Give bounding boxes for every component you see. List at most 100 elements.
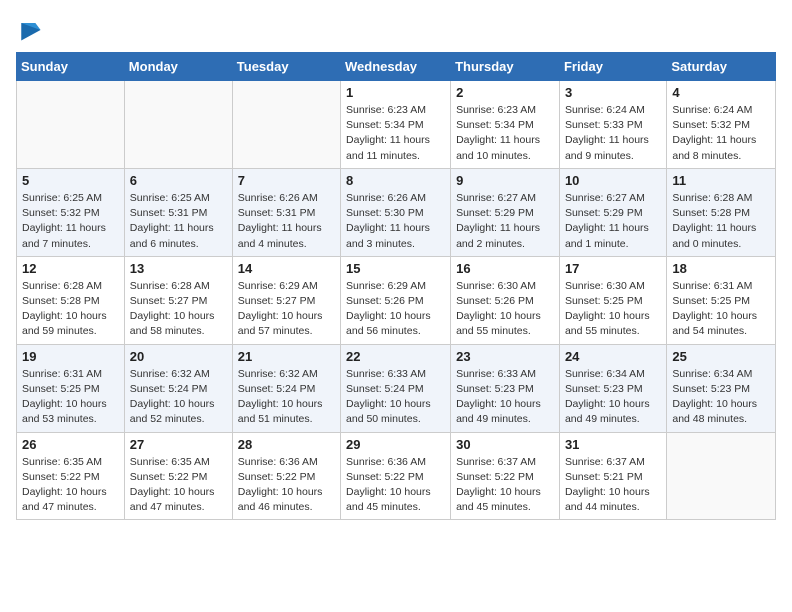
day-number: 1 (346, 85, 445, 100)
calendar-day-cell: 3Sunrise: 6:24 AMSunset: 5:33 PMDaylight… (559, 81, 666, 169)
day-number: 5 (22, 173, 119, 188)
calendar-day-cell: 29 Sunrise: 6:36 AMSunset: 5:22 PMDayligh… (341, 432, 451, 520)
calendar-day-cell: 26 Sunrise: 6:35 AMSunset: 5:22 PMDayligh… (17, 432, 125, 520)
calendar-week-row: 26 Sunrise: 6:35 AMSunset: 5:22 PMDayligh… (17, 432, 776, 520)
calendar-day-cell: 19 Sunrise: 6:31 AMSunset: 5:25 PMDayligh… (17, 344, 125, 432)
calendar-day-cell: 13 Sunrise: 6:28 AMSunset: 5:27 PMDayligh… (124, 256, 232, 344)
day-info: Sunrise: 6:29 AMSunset: 5:26 PMDaylight:… (346, 279, 445, 340)
day-info: Sunrise: 6:24 AMSunset: 5:33 PMDaylight:… (565, 103, 661, 164)
day-info: Sunrise: 6:28 AMSunset: 5:28 PMDaylight:… (22, 279, 119, 340)
calendar-day-cell: 20 Sunrise: 6:32 AMSunset: 5:24 PMDayligh… (124, 344, 232, 432)
weekday-header-sunday: Sunday (17, 53, 125, 81)
day-number: 13 (130, 261, 227, 276)
weekday-header-friday: Friday (559, 53, 666, 81)
calendar-empty-cell (232, 81, 340, 169)
day-info: Sunrise: 6:27 AMSunset: 5:29 PMDaylight:… (565, 191, 661, 252)
day-info: Sunrise: 6:31 AMSunset: 5:25 PMDaylight:… (672, 279, 770, 340)
day-number: 29 (346, 437, 445, 452)
calendar-day-cell: 31Sunrise: 6:37 AMSunset: 5:21 PMDayligh… (559, 432, 666, 520)
day-info: Sunrise: 6:29 AMSunset: 5:27 PMDaylight:… (238, 279, 335, 340)
calendar-table: SundayMondayTuesdayWednesdayThursdayFrid… (16, 52, 776, 520)
day-info: Sunrise: 6:28 AMSunset: 5:28 PMDaylight:… (672, 191, 770, 252)
day-info: Sunrise: 6:32 AMSunset: 5:24 PMDaylight:… (130, 367, 227, 428)
day-info: Sunrise: 6:25 AMSunset: 5:31 PMDaylight:… (130, 191, 227, 252)
day-info: Sunrise: 6:33 AMSunset: 5:24 PMDaylight:… (346, 367, 445, 428)
calendar-day-cell: 2 Sunrise: 6:23 AMSunset: 5:34 PMDaylight… (451, 81, 560, 169)
day-number: 20 (130, 349, 227, 364)
calendar-week-row: 19 Sunrise: 6:31 AMSunset: 5:25 PMDayligh… (17, 344, 776, 432)
day-info: Sunrise: 6:33 AMSunset: 5:23 PMDaylight:… (456, 367, 554, 428)
day-number: 12 (22, 261, 119, 276)
day-number: 18 (672, 261, 770, 276)
calendar-day-cell: 6 Sunrise: 6:25 AMSunset: 5:31 PMDaylight… (124, 168, 232, 256)
calendar-day-cell: 28Sunrise: 6:36 AMSunset: 5:22 PMDayligh… (232, 432, 340, 520)
calendar-day-cell: 23 Sunrise: 6:33 AMSunset: 5:23 PMDayligh… (451, 344, 560, 432)
day-info: Sunrise: 6:31 AMSunset: 5:25 PMDaylight:… (22, 367, 119, 428)
day-number: 8 (346, 173, 445, 188)
day-number: 14 (238, 261, 335, 276)
day-info: Sunrise: 6:34 AMSunset: 5:23 PMDaylight:… (672, 367, 770, 428)
day-info: Sunrise: 6:23 AMSunset: 5:34 PMDaylight:… (456, 103, 554, 164)
day-info: Sunrise: 6:36 AMSunset: 5:22 PMDaylight:… (346, 455, 445, 516)
calendar-day-cell: 7 Sunrise: 6:26 AMSunset: 5:31 PMDaylight… (232, 168, 340, 256)
page-header (16, 16, 776, 44)
day-info: Sunrise: 6:32 AMSunset: 5:24 PMDaylight:… (238, 367, 335, 428)
weekday-header-monday: Monday (124, 53, 232, 81)
logo (16, 16, 48, 44)
day-number: 27 (130, 437, 227, 452)
day-number: 19 (22, 349, 119, 364)
day-info: Sunrise: 6:23 AMSunset: 5:34 PMDaylight:… (346, 103, 445, 164)
day-number: 22 (346, 349, 445, 364)
logo-icon (16, 16, 44, 44)
calendar-day-cell: 9Sunrise: 6:27 AMSunset: 5:29 PMDaylight… (451, 168, 560, 256)
day-number: 30 (456, 437, 554, 452)
weekday-header-thursday: Thursday (451, 53, 560, 81)
calendar-day-cell: 12 Sunrise: 6:28 AMSunset: 5:28 PMDayligh… (17, 256, 125, 344)
calendar-day-cell: 10 Sunrise: 6:27 AMSunset: 5:29 PMDayligh… (559, 168, 666, 256)
weekday-header-row: SundayMondayTuesdayWednesdayThursdayFrid… (17, 53, 776, 81)
calendar-day-cell: 24 Sunrise: 6:34 AMSunset: 5:23 PMDayligh… (559, 344, 666, 432)
calendar-day-cell: 17Sunrise: 6:30 AMSunset: 5:25 PMDayligh… (559, 256, 666, 344)
day-number: 26 (22, 437, 119, 452)
day-number: 21 (238, 349, 335, 364)
calendar-day-cell: 8 Sunrise: 6:26 AMSunset: 5:30 PMDaylight… (341, 168, 451, 256)
calendar-day-cell: 30 Sunrise: 6:37 AMSunset: 5:22 PMDayligh… (451, 432, 560, 520)
calendar-week-row: 12 Sunrise: 6:28 AMSunset: 5:28 PMDayligh… (17, 256, 776, 344)
day-number: 25 (672, 349, 770, 364)
calendar-day-cell: 25 Sunrise: 6:34 AMSunset: 5:23 PMDayligh… (667, 344, 776, 432)
calendar-empty-cell (124, 81, 232, 169)
weekday-header-wednesday: Wednesday (341, 53, 451, 81)
day-info: Sunrise: 6:35 AMSunset: 5:22 PMDaylight:… (130, 455, 227, 516)
day-number: 23 (456, 349, 554, 364)
day-info: Sunrise: 6:35 AMSunset: 5:22 PMDaylight:… (22, 455, 119, 516)
day-info: Sunrise: 6:27 AMSunset: 5:29 PMDaylight:… (456, 191, 554, 252)
calendar-week-row: 5Sunrise: 6:25 AMSunset: 5:32 PMDaylight… (17, 168, 776, 256)
day-number: 2 (456, 85, 554, 100)
day-number: 11 (672, 173, 770, 188)
day-info: Sunrise: 6:37 AMSunset: 5:22 PMDaylight:… (456, 455, 554, 516)
calendar-week-row: 1 Sunrise: 6:23 AMSunset: 5:34 PMDaylight… (17, 81, 776, 169)
calendar-day-cell: 14 Sunrise: 6:29 AMSunset: 5:27 PMDayligh… (232, 256, 340, 344)
calendar-day-cell: 11 Sunrise: 6:28 AMSunset: 5:28 PMDayligh… (667, 168, 776, 256)
calendar-day-cell: 27 Sunrise: 6:35 AMSunset: 5:22 PMDayligh… (124, 432, 232, 520)
day-number: 10 (565, 173, 661, 188)
weekday-header-tuesday: Tuesday (232, 53, 340, 81)
day-info: Sunrise: 6:24 AMSunset: 5:32 PMDaylight:… (672, 103, 770, 164)
day-info: Sunrise: 6:26 AMSunset: 5:30 PMDaylight:… (346, 191, 445, 252)
day-info: Sunrise: 6:30 AMSunset: 5:25 PMDaylight:… (565, 279, 661, 340)
day-number: 6 (130, 173, 227, 188)
calendar-day-cell: 16Sunrise: 6:30 AMSunset: 5:26 PMDayligh… (451, 256, 560, 344)
day-info: Sunrise: 6:28 AMSunset: 5:27 PMDaylight:… (130, 279, 227, 340)
day-number: 4 (672, 85, 770, 100)
day-number: 24 (565, 349, 661, 364)
calendar-day-cell: 18 Sunrise: 6:31 AMSunset: 5:25 PMDayligh… (667, 256, 776, 344)
calendar-day-cell: 4 Sunrise: 6:24 AMSunset: 5:32 PMDaylight… (667, 81, 776, 169)
day-info: Sunrise: 6:37 AMSunset: 5:21 PMDaylight:… (565, 455, 661, 516)
day-number: 7 (238, 173, 335, 188)
calendar-day-cell: 5Sunrise: 6:25 AMSunset: 5:32 PMDaylight… (17, 168, 125, 256)
day-info: Sunrise: 6:30 AMSunset: 5:26 PMDaylight:… (456, 279, 554, 340)
day-info: Sunrise: 6:34 AMSunset: 5:23 PMDaylight:… (565, 367, 661, 428)
calendar-day-cell: 15Sunrise: 6:29 AMSunset: 5:26 PMDayligh… (341, 256, 451, 344)
calendar-day-cell: 1 Sunrise: 6:23 AMSunset: 5:34 PMDaylight… (341, 81, 451, 169)
day-info: Sunrise: 6:26 AMSunset: 5:31 PMDaylight:… (238, 191, 335, 252)
